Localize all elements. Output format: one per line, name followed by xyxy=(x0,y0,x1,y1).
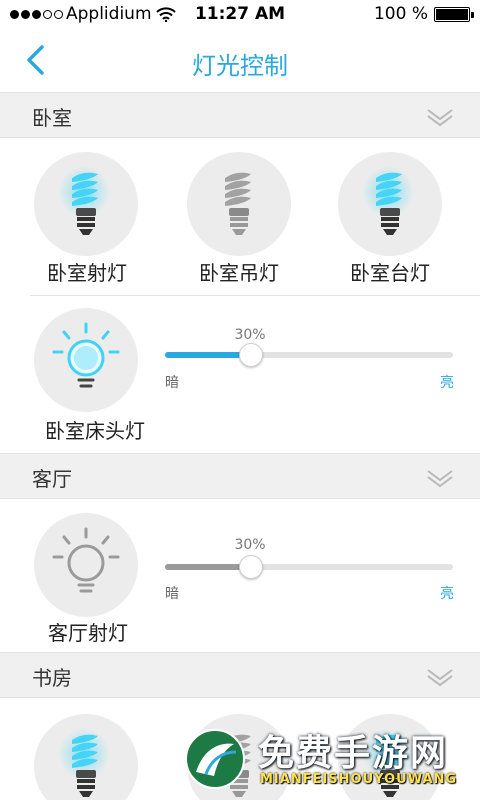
bulb-label: 卧室吊灯 xyxy=(199,261,279,285)
section-header-living-room[interactable]: 客厅 xyxy=(0,453,480,499)
bulb-label: 卧室床头灯 xyxy=(45,419,145,443)
study-light-1-toggle[interactable] xyxy=(34,714,138,800)
cfl-bulb-on-icon xyxy=(58,728,110,797)
double-chevron-down-icon[interactable] xyxy=(426,468,454,488)
section-title: 卧室 xyxy=(32,106,72,130)
divider xyxy=(30,295,480,296)
cfl-bulb-on-icon xyxy=(362,166,414,235)
bedroom-pendant-toggle[interactable] xyxy=(187,152,291,256)
section-header-bedroom[interactable]: 卧室 xyxy=(0,92,480,138)
brightness-percent: 30% xyxy=(234,537,266,553)
section-title: 客厅 xyxy=(32,467,72,491)
slider-thumb[interactable] xyxy=(239,343,264,367)
cfl-bulb-off-icon xyxy=(225,172,251,235)
watermark-title: 免费手游网 xyxy=(258,733,449,774)
section-header-study[interactable]: 书房 xyxy=(0,652,480,698)
bedroom-bedside-lamp-toggle[interactable] xyxy=(34,308,138,412)
round-bulb-on-icon xyxy=(52,322,120,388)
bulb-label: 卧室射灯 xyxy=(47,261,127,285)
watermark-logo-icon xyxy=(185,729,245,789)
watermark: 免费手游网 MIANFEISHOUYOUWANG xyxy=(180,722,480,800)
bright-label: 亮 xyxy=(440,375,454,391)
battery-icon xyxy=(434,7,474,22)
bright-label: 亮 xyxy=(440,586,454,602)
page-title: 灯光控制 xyxy=(192,52,288,80)
brightness-slider[interactable] xyxy=(165,343,453,367)
dim-label: 暗 xyxy=(165,375,179,391)
dim-label: 暗 xyxy=(165,586,179,602)
double-chevron-down-icon[interactable] xyxy=(426,107,454,127)
battery-percent: 100 % xyxy=(373,4,428,24)
bedroom-desk-lamp-toggle[interactable] xyxy=(338,152,442,256)
bulb-label: 客厅射灯 xyxy=(48,621,128,645)
nav-bar: 灯光控制 xyxy=(0,30,480,90)
section-title: 书房 xyxy=(32,666,72,690)
cfl-bulb-on-icon xyxy=(58,166,110,235)
bedroom-spotlight-toggle[interactable] xyxy=(34,152,138,256)
brightness-slider[interactable] xyxy=(165,555,453,579)
double-chevron-down-icon[interactable] xyxy=(426,667,454,687)
slider-thumb[interactable] xyxy=(239,555,264,579)
living-room-spotlight-toggle[interactable] xyxy=(34,513,138,617)
status-bar: Applidium 11:27 AM 100 % xyxy=(0,0,480,30)
round-bulb-off-icon xyxy=(52,527,120,593)
brightness-percent: 30% xyxy=(234,327,266,343)
watermark-subtitle: MIANFEISHOUYOUWANG xyxy=(260,772,458,787)
bulb-label: 卧室台灯 xyxy=(350,261,430,285)
